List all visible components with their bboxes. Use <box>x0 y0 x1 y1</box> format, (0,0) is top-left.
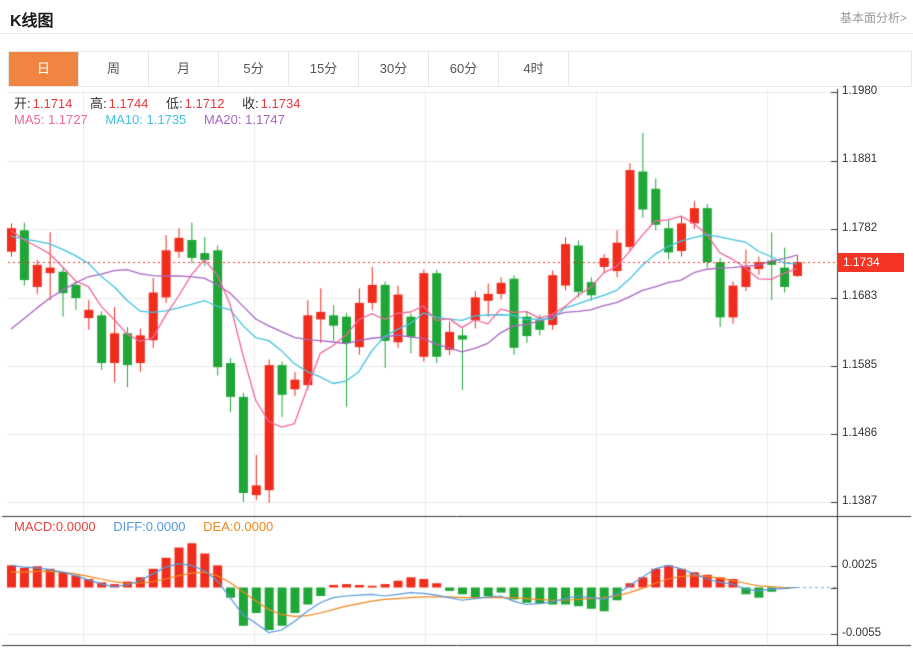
ma10-legend: MA10: 1.1735 <box>105 112 186 127</box>
ma20-legend: MA20: 1.1747 <box>204 112 285 127</box>
high-label: 高: <box>90 96 107 111</box>
open-value: 1.1714 <box>33 96 73 111</box>
ma5-legend: MA5: 1.1727 <box>14 112 88 127</box>
price-tick-label: 1.1980 <box>842 85 877 97</box>
dea-value: DEA:0.0000 <box>203 519 273 534</box>
macd-tick-label: -0.0055 <box>842 627 881 639</box>
price-tick-label: 1.1585 <box>842 359 877 371</box>
close-value: 1.1734 <box>261 96 301 111</box>
low-label: 低: <box>166 96 183 111</box>
price-tick-label: 1.1683 <box>842 290 877 302</box>
macd-tick-label: 0.0025 <box>842 559 877 571</box>
last-price-tag: 1.1734 <box>838 253 904 272</box>
high-value: 1.1744 <box>109 96 149 111</box>
low-value: 1.1712 <box>185 96 225 111</box>
price-tick-label: 1.1782 <box>842 222 877 234</box>
price-tick-label: 1.1881 <box>842 153 877 165</box>
price-tick-label: 1.1387 <box>842 495 877 507</box>
macd-value: MACD:0.0000 <box>14 519 96 534</box>
price-tick-label: 1.1486 <box>842 427 877 439</box>
ohlc-legend: 开:1.1714 高:1.1744 低:1.1712 收:1.1734 <box>14 93 314 112</box>
open-label: 开: <box>14 96 31 111</box>
close-label: 收: <box>242 96 259 111</box>
ma-legend: MA5: 1.1727 MA10: 1.1735 MA20: 1.1747 <box>14 112 299 127</box>
kline-page: K线图 基本面分析> 日 周 月 5分 15分 30分 60分 4时 开:1.1… <box>0 0 913 650</box>
diff-value: DIFF:0.0000 <box>113 519 185 534</box>
macd-legend: MACD:0.0000 DIFF:0.0000 DEA:0.0000 <box>14 519 287 534</box>
